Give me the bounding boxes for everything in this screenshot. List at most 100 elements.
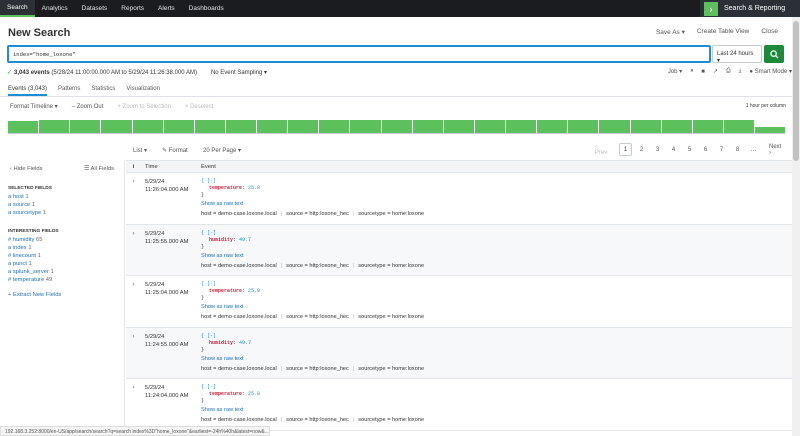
search-input[interactable]: index="home_loxone" [7, 45, 711, 63]
timeline-bar[interactable] [443, 120, 474, 133]
timeline-bar[interactable] [474, 120, 505, 133]
page-8-button[interactable]: 8 [731, 143, 744, 156]
timeline-bar[interactable] [70, 120, 101, 133]
meta-host[interactable]: host = demo-case.loxone.local [201, 314, 277, 320]
timeline-bar[interactable] [319, 120, 350, 133]
page-6-button[interactable]: 6 [699, 143, 712, 156]
interesting-field[interactable]: a index 1 [0, 244, 124, 252]
meta-source[interactable]: source = http:loxone_hec [286, 263, 349, 269]
timeline-bar[interactable] [537, 120, 568, 133]
time-range-picker[interactable]: Last 24 hours ▾ [712, 45, 762, 64]
timeline-bar[interactable] [288, 120, 319, 133]
meta-host[interactable]: host = demo-case.loxone.local [201, 366, 277, 372]
time-column-header[interactable]: Time [141, 164, 199, 170]
timeline-bar[interactable] [163, 120, 194, 133]
meta-source[interactable]: source = http:loxone_hec [286, 366, 349, 372]
tab-visualization[interactable]: Visualization [126, 82, 160, 96]
show-raw-text-link[interactable]: Show as raw text [201, 304, 790, 310]
expand-chevron-icon[interactable]: › [126, 328, 141, 379]
meta-sourcetype[interactable]: sourcetype = home:loxone [358, 366, 424, 372]
timeline-bar[interactable] [412, 120, 443, 133]
page-3-button[interactable]: 3 [651, 143, 664, 156]
interesting-field[interactable]: # temperature 49 [0, 276, 124, 284]
share-icon[interactable]: ↗ [713, 68, 718, 75]
stop-icon[interactable]: ■ [701, 69, 705, 75]
timeline-bar[interactable] [599, 120, 630, 133]
page-5-button[interactable]: 5 [683, 143, 696, 156]
page-2-button[interactable]: 2 [635, 143, 648, 156]
show-raw-text-link[interactable]: Show as raw text [201, 253, 790, 259]
list-view-dropdown[interactable]: List ▾ [133, 147, 147, 154]
zoom-to-selection-button[interactable]: + Zoom to Selection [117, 104, 171, 110]
timeline-bar[interactable] [692, 120, 723, 133]
deselect-button[interactable]: × Deselect [185, 104, 214, 110]
timeline-bar[interactable] [723, 120, 754, 133]
timeline-chart[interactable] [8, 118, 786, 133]
meta-host[interactable]: host = demo-case.loxone.local [201, 211, 277, 217]
expand-chevron-icon[interactable]: › [126, 379, 141, 430]
nav-item-search[interactable]: Search [0, 0, 35, 17]
next-page-button[interactable]: Next › [769, 143, 782, 156]
nav-item-alerts[interactable]: Alerts [151, 0, 182, 17]
timeline-bar[interactable] [101, 120, 132, 133]
expand-chevron-icon[interactable]: › [126, 276, 141, 327]
selected-field[interactable]: a host 1 [0, 193, 124, 201]
meta-source[interactable]: source = http:loxone_hec [286, 211, 349, 217]
timeline-bar[interactable] [39, 120, 70, 133]
scrollbar-thumb[interactable] [793, 21, 799, 161]
json-collapse-toggle[interactable]: { [-] [201, 333, 790, 340]
close-button[interactable]: Close [761, 28, 778, 36]
nav-item-dashboards[interactable]: Dashboards [182, 0, 231, 17]
per-page-dropdown[interactable]: 20 Per Page ▾ [203, 147, 241, 154]
timeline-bar[interactable] [568, 120, 599, 133]
json-collapse-toggle[interactable]: { [-] [201, 281, 790, 288]
show-raw-text-link[interactable]: Show as raw text [201, 201, 790, 207]
timeline-bar[interactable] [661, 120, 692, 133]
nav-item-analytics[interactable]: Analytics [35, 0, 75, 17]
json-collapse-toggle[interactable]: { [-] [201, 384, 790, 391]
meta-source[interactable]: source = http:loxone_hec [286, 417, 349, 423]
hide-fields-button[interactable]: ‹ Hide Fields [10, 166, 43, 172]
event-sampling-dropdown[interactable]: No Event Sampling ▾ [211, 69, 267, 76]
search-mode-dropdown[interactable]: ● Smart Mode ▾ [749, 68, 792, 75]
expand-chevron-icon[interactable]: › [126, 173, 141, 224]
nav-item-datasets[interactable]: Datasets [75, 0, 115, 17]
timeline-bar[interactable] [225, 120, 256, 133]
meta-sourcetype[interactable]: sourcetype = home:loxone [358, 417, 424, 423]
interesting-field[interactable]: a punct 1 [0, 260, 124, 268]
page-1-button[interactable]: 1 [619, 143, 632, 156]
print-icon[interactable]: ⎙ [726, 68, 731, 75]
app-badge[interactable]: › Search & Reporting [700, 0, 800, 17]
meta-sourcetype[interactable]: sourcetype = home:loxone [358, 211, 424, 217]
tab-events[interactable]: Events (3,043) [8, 82, 48, 96]
page-4-button[interactable]: 4 [667, 143, 680, 156]
timeline-bar[interactable] [132, 120, 163, 133]
timeline-bar[interactable] [8, 121, 39, 133]
prev-page-button[interactable]: ‹ Prev [595, 143, 608, 156]
all-fields-button[interactable]: ☰ All Fields [84, 166, 114, 172]
format-timeline-button[interactable]: Format Timeline ▾ [10, 103, 58, 110]
timeline-bar[interactable] [194, 120, 225, 133]
show-raw-text-link[interactable]: Show as raw text [201, 356, 790, 362]
interesting-field[interactable]: # humidity 65 [0, 236, 124, 244]
timeline-bar[interactable] [630, 120, 661, 133]
selected-field[interactable]: a source 1 [0, 201, 124, 209]
show-raw-text-link[interactable]: Show as raw text [201, 407, 790, 413]
selected-field[interactable]: a sourcetype 1 [0, 209, 124, 217]
timeline-bar[interactable] [350, 120, 381, 133]
timeline-bar[interactable] [381, 120, 412, 133]
meta-sourcetype[interactable]: sourcetype = home:loxone [358, 263, 424, 269]
export-icon[interactable]: ⤓ [739, 68, 742, 75]
meta-host[interactable]: host = demo-case.loxone.local [201, 417, 277, 423]
interesting-field[interactable]: a splunk_server 1 [0, 268, 124, 276]
page-9-button[interactable]: … [747, 143, 760, 156]
pause-icon[interactable]: ⏸ [690, 68, 693, 75]
save-as-button[interactable]: Save As ▾ [656, 28, 685, 36]
expand-chevron-icon[interactable]: › [126, 225, 141, 276]
job-menu[interactable]: Job ▾ [668, 68, 682, 75]
tab-statistics[interactable]: Statistics [91, 82, 115, 96]
create-table-view-button[interactable]: Create Table View [697, 28, 750, 36]
search-button[interactable] [764, 45, 784, 63]
page-7-button[interactable]: 7 [715, 143, 728, 156]
extract-new-fields-link[interactable]: + Extract New Fields [0, 284, 124, 306]
